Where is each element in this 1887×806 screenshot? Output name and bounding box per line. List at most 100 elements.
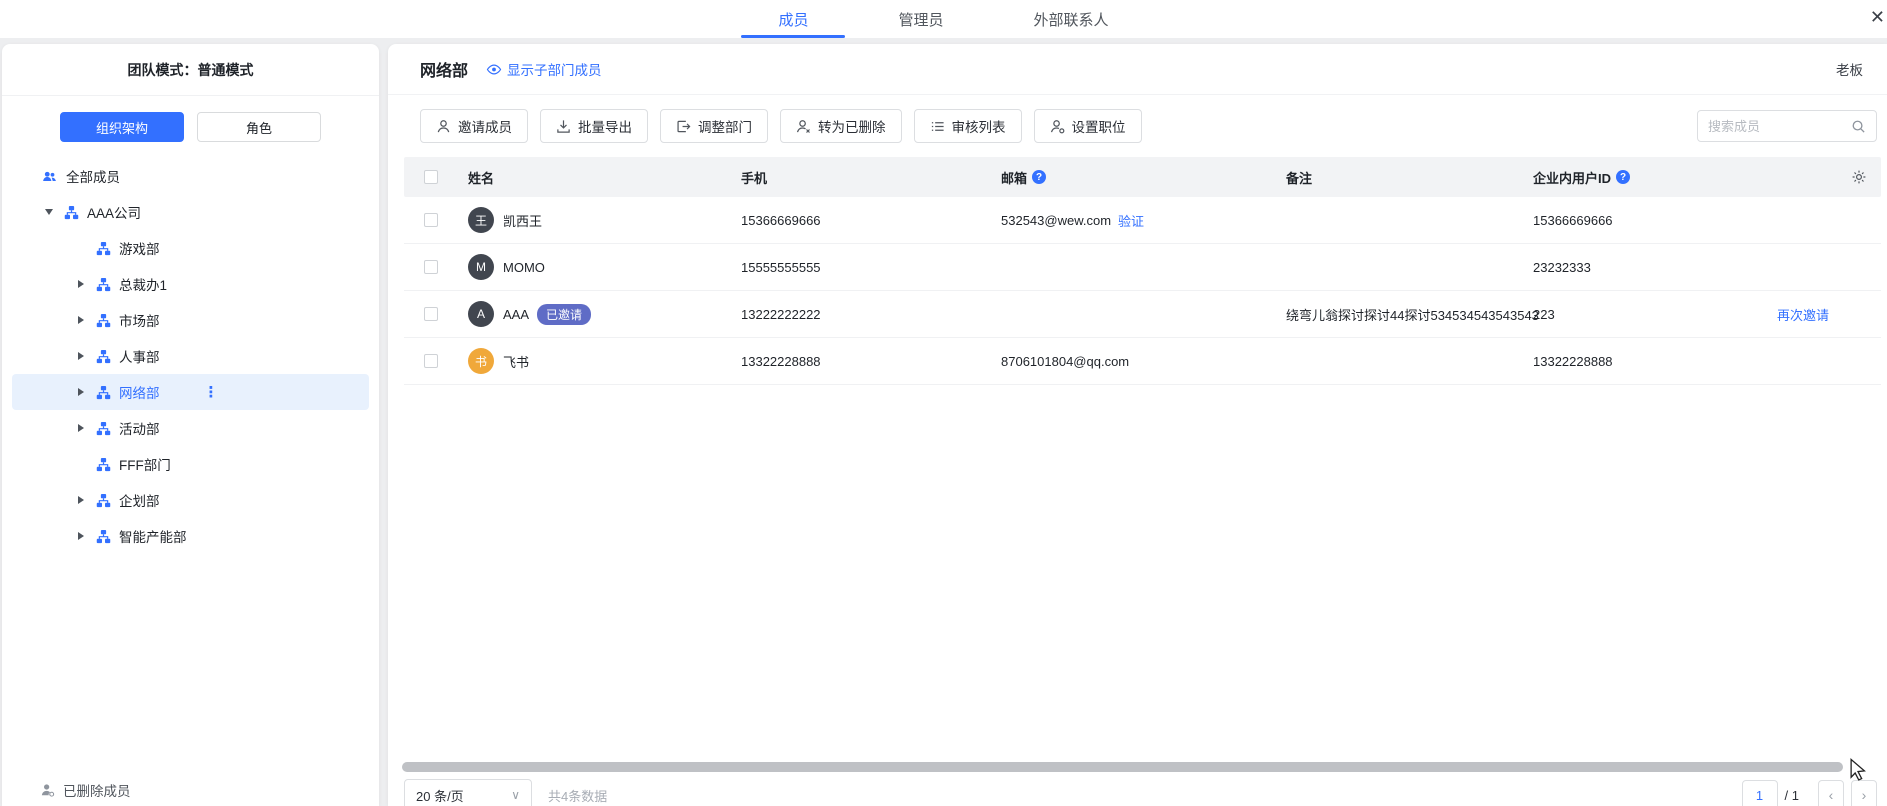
caret-icon[interactable] — [74, 352, 88, 360]
department-icon — [96, 385, 111, 400]
department-icon — [96, 421, 111, 436]
invite-member-button[interactable]: 邀请成员 — [420, 109, 528, 143]
dept-tree-item[interactable]: FFF部门 — [12, 446, 369, 482]
row-checkbox[interactable] — [424, 260, 438, 274]
member-phone: 13322228888 — [729, 354, 989, 369]
show-subdept-link[interactable]: 显示子部门成员 — [486, 59, 602, 79]
more-actions-icon[interactable]: ⋮ — [204, 383, 219, 401]
download-icon — [556, 119, 571, 134]
member-phone: 15366669666 — [729, 213, 989, 228]
team-mode-title: 团队模式：普通模式 — [2, 44, 379, 96]
column-settings-icon[interactable] — [1851, 169, 1867, 185]
member-row: 王 凯西王 15366669666 532543@wew.com 验证 1536… — [404, 197, 1881, 244]
email-help-icon[interactable]: ? — [1032, 170, 1046, 184]
active-tab-indicator — [741, 35, 845, 38]
roles-button[interactable]: 角色 — [197, 112, 321, 142]
page-size-select[interactable]: 20 条/页 ∨ — [404, 779, 532, 806]
all-members-item[interactable]: 全部成员 — [12, 158, 369, 194]
row-checkbox[interactable] — [424, 307, 438, 321]
department-icon — [96, 457, 111, 472]
top-navigation-bar: 成员 管理员 外部联系人 ✕ — [0, 0, 1887, 38]
pagination-bar: 20 条/页 ∨ 共4条数据 1 / 1 ‹ › — [404, 778, 1877, 806]
dept-tree-item[interactable]: 总裁办1 — [12, 266, 369, 302]
col-remark: 备注 — [1274, 168, 1521, 187]
row-checkbox[interactable] — [424, 354, 438, 368]
table-header: 姓名 手机 邮箱 ? 备注 企业内用户ID ? — [404, 157, 1881, 197]
member-remark: 绕弯儿翁探讨探讨44探讨534534543543543 — [1274, 305, 1521, 324]
search-input[interactable] — [1708, 119, 1851, 134]
person-icon — [436, 119, 451, 134]
dept-tree-item[interactable]: 游戏部 — [12, 230, 369, 266]
dept-label: 总裁办1 — [119, 274, 167, 294]
caret-icon[interactable] — [74, 424, 88, 432]
department-icon — [96, 313, 111, 328]
caret-icon[interactable] — [74, 496, 88, 504]
member-email: 8706101804@qq.com — [1001, 354, 1129, 369]
caret-icon[interactable] — [74, 316, 88, 324]
department-icon — [96, 493, 111, 508]
pager: 1 / 1 ‹ › — [1742, 780, 1877, 806]
dept-header: 网络部 显示子部门成员 老板 — [388, 44, 1887, 95]
move-to-deleted-button[interactable]: 转为已删除 — [780, 109, 902, 143]
member-name: AAA — [503, 307, 529, 322]
member-name: 飞书 — [503, 352, 529, 371]
org-structure-button[interactable]: 组织架构 — [60, 112, 184, 142]
caret-icon[interactable] — [74, 388, 88, 396]
member-user-id: 15366669666 — [1521, 213, 1765, 228]
set-position-button[interactable]: 设置职位 — [1034, 109, 1142, 143]
deleted-members-item[interactable]: 已删除成员 — [40, 780, 131, 800]
member-name: 凯西王 — [503, 211, 542, 230]
avatar: 书 — [468, 348, 494, 374]
next-page-button[interactable]: › — [1851, 780, 1877, 806]
batch-export-button[interactable]: 批量导出 — [540, 109, 648, 143]
invited-status-badge: 已邀请 — [537, 304, 591, 325]
member-name: MOMO — [503, 260, 545, 275]
dept-tree-item[interactable]: 人事部 — [12, 338, 369, 374]
prev-page-button[interactable]: ‹ — [1818, 780, 1844, 806]
tab-admins[interactable]: 管理员 — [898, 0, 943, 38]
dept-tree-item[interactable]: 市场部 — [12, 302, 369, 338]
member-phone: 13222222222 — [729, 307, 989, 322]
department-icon — [96, 529, 111, 544]
chevron-down-icon: ∨ — [511, 788, 520, 802]
dept-tree-item[interactable]: 智能产能部 — [12, 518, 369, 554]
dept-label: 人事部 — [119, 346, 160, 366]
user-id-help-icon[interactable]: ? — [1616, 170, 1630, 184]
page-total-label: / 1 — [1785, 788, 1799, 803]
current-page-input[interactable]: 1 — [1742, 780, 1778, 806]
review-list-button[interactable]: 审核列表 — [914, 109, 1022, 143]
select-all-checkbox[interactable] — [424, 170, 438, 184]
verify-email-link[interactable]: 验证 — [1118, 211, 1144, 230]
dept-tree-item[interactable]: 网络部 ⋮ — [12, 374, 369, 410]
members-table: 姓名 手机 邮箱 ? 备注 企业内用户ID ? — [404, 157, 1881, 385]
move-out-icon — [676, 119, 691, 134]
row-checkbox[interactable] — [424, 213, 438, 227]
col-phone: 手机 — [729, 168, 989, 187]
view-switcher: 组织架构 角色 — [2, 96, 379, 152]
dept-tree-item[interactable]: 活动部 — [12, 410, 369, 446]
close-icon[interactable]: ✕ — [1870, 8, 1885, 26]
current-user-label: 老板 — [1836, 59, 1863, 79]
dept-label: FFF部门 — [119, 454, 171, 474]
tab-external-contacts[interactable]: 外部联系人 — [1034, 0, 1109, 38]
person-remove-icon — [796, 119, 811, 134]
reinvite-link[interactable]: 再次邀请 — [1777, 305, 1829, 324]
member-user-id: 23232333 — [1521, 260, 1765, 275]
org-sidebar: 团队模式：普通模式 组织架构 角色 全部成员 — [2, 44, 379, 806]
dept-title: 网络部 — [420, 57, 468, 81]
dept-tree: 全部成员 AAA公司 游戏部 — [2, 152, 379, 554]
caret-icon[interactable] — [74, 532, 88, 540]
member-search — [1697, 110, 1877, 142]
tab-members[interactable]: 成员 — [778, 0, 808, 38]
dept-tree-item[interactable]: 企划部 — [12, 482, 369, 518]
col-email: 邮箱 — [1001, 168, 1027, 187]
search-icon[interactable] — [1851, 119, 1866, 134]
dept-tree-item[interactable]: AAA公司 — [12, 194, 369, 230]
adjust-department-button[interactable]: 调整部门 — [660, 109, 768, 143]
dept-label: 游戏部 — [119, 238, 160, 258]
caret-icon[interactable] — [74, 280, 88, 288]
deleted-members-label: 已删除成员 — [63, 780, 131, 800]
horizontal-scrollbar-thumb[interactable] — [402, 762, 1843, 772]
member-toolbar: 邀请成员 批量导出 调整部门 — [388, 95, 1887, 155]
caret-icon[interactable] — [42, 209, 56, 215]
